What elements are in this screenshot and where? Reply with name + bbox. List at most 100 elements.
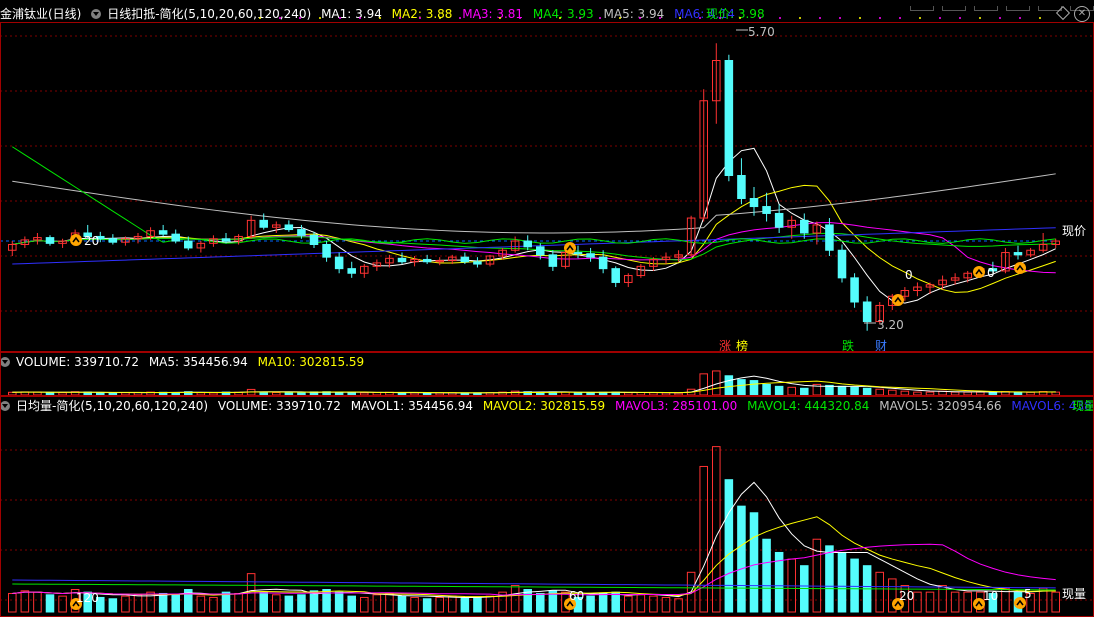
candle-body [322, 244, 331, 258]
daily-indicator-name[interactable]: 日均量-简化(5,10,20,60,120,240) [16, 399, 208, 413]
signal-dot [719, 17, 721, 19]
signal-dot [799, 17, 801, 19]
candle-body [309, 234, 319, 246]
daily-volume-menu-icon[interactable] [0, 401, 10, 411]
daily-volume-bar [636, 594, 646, 613]
candle-body [45, 237, 55, 244]
daily-volume-bar [297, 594, 306, 613]
volume-bar [121, 392, 130, 396]
volume-bar [888, 389, 897, 396]
ma-line [12, 222, 1056, 274]
event-tag-down[interactable]: 跌 [841, 339, 855, 353]
volume-bar [875, 388, 884, 396]
ma-line [12, 146, 1056, 244]
signal-dot [379, 17, 381, 19]
volume-bar [259, 391, 268, 396]
signal-dot [599, 17, 601, 19]
signal-marker-icon [70, 234, 82, 246]
volume-bar [1026, 391, 1035, 396]
candle-body [598, 256, 608, 270]
daily-volume-bar [133, 594, 143, 613]
signal-dot [859, 17, 861, 19]
signal-dot [699, 17, 701, 19]
marker-label: 120 [76, 591, 99, 605]
daily-volume-bar [712, 446, 721, 613]
volume-bar [272, 392, 281, 396]
current-price-tag: 现价 [1062, 224, 1087, 238]
signal-dot [559, 17, 561, 19]
candle-body [347, 268, 356, 274]
signal-dot [679, 17, 681, 19]
daily-volume-bar [536, 592, 545, 613]
signal-dot [419, 17, 421, 19]
event-tag-list[interactable]: 榜 [735, 339, 749, 353]
signal-dot [439, 17, 441, 19]
marker-label: 20 [84, 234, 100, 248]
candle-body [611, 268, 620, 283]
low-price-label: 3.20 [877, 318, 904, 332]
signal-dot [1039, 17, 1041, 19]
candle-body [749, 198, 759, 208]
daily-volume-bar [284, 595, 294, 613]
candle-body [171, 233, 180, 242]
candle-body [108, 238, 118, 243]
volume-bar [586, 392, 595, 396]
volume-bar [800, 387, 809, 396]
marker-label: 0 [987, 266, 995, 280]
signal-dot [659, 17, 661, 19]
signal-dot [839, 17, 841, 19]
high-price-label: 5.70 [748, 25, 775, 39]
daily-volume-bar [272, 594, 281, 613]
candle-body [800, 219, 809, 234]
daily-volume-bar [146, 591, 155, 613]
signal-dot [279, 17, 281, 19]
volume-bar [749, 380, 759, 396]
volume-header: VOLUME: 339710.72 MA5: 354456.94 MA10: 3… [0, 354, 370, 370]
signal-dot [779, 17, 781, 19]
volume-bar [900, 390, 910, 396]
daily-volume-value: VOLUME: 339710.72 [217, 399, 341, 413]
signal-dot [999, 17, 1001, 19]
volume-bar [913, 391, 922, 396]
mavol3-value: MAVOL3: 285101.00 [614, 399, 738, 413]
signal-dot [619, 17, 621, 19]
candle-body [397, 257, 407, 263]
kline-chart[interactable] [0, 0, 1094, 617]
candle-body [184, 240, 193, 249]
volume-bar [649, 392, 658, 396]
daily-volume-bar [699, 465, 708, 613]
event-tag-up[interactable]: 涨 [718, 339, 732, 353]
volume-bar [950, 391, 960, 396]
signal-marker-icon [1014, 262, 1026, 274]
candle-body [737, 175, 746, 199]
candle-body [221, 238, 231, 242]
daily-volume-bar [347, 595, 356, 613]
daily-volume-bar [598, 592, 608, 613]
volume-bar [925, 391, 935, 396]
volume-menu-icon[interactable] [0, 357, 10, 367]
candle-body [284, 224, 294, 231]
volume-bar [1013, 391, 1023, 396]
candle-body [548, 254, 558, 267]
daily-volume-bar [925, 591, 935, 613]
candle-body [862, 301, 872, 323]
daily-volume-bar [234, 592, 243, 613]
daily-volume-bar [33, 591, 42, 613]
volume-bar [988, 391, 998, 396]
current-volume-tag: 现量 [1062, 587, 1087, 601]
signal-dot [739, 17, 741, 19]
volume-bar [737, 379, 746, 396]
signal-dot [259, 17, 261, 19]
daily-volume-bar [913, 591, 922, 613]
signal-dot [919, 17, 921, 19]
event-tag-finance[interactable]: 财 [874, 339, 888, 353]
volume-bar [724, 375, 734, 396]
daily-volume-bar [473, 596, 482, 613]
volume-bar [850, 386, 859, 396]
daily-volume-bar [963, 591, 972, 613]
signal-dot [899, 17, 901, 19]
volume-bar [573, 392, 583, 396]
signal-dot [339, 17, 341, 19]
volume-bar [196, 392, 206, 396]
daily-volume-bar [121, 595, 130, 613]
